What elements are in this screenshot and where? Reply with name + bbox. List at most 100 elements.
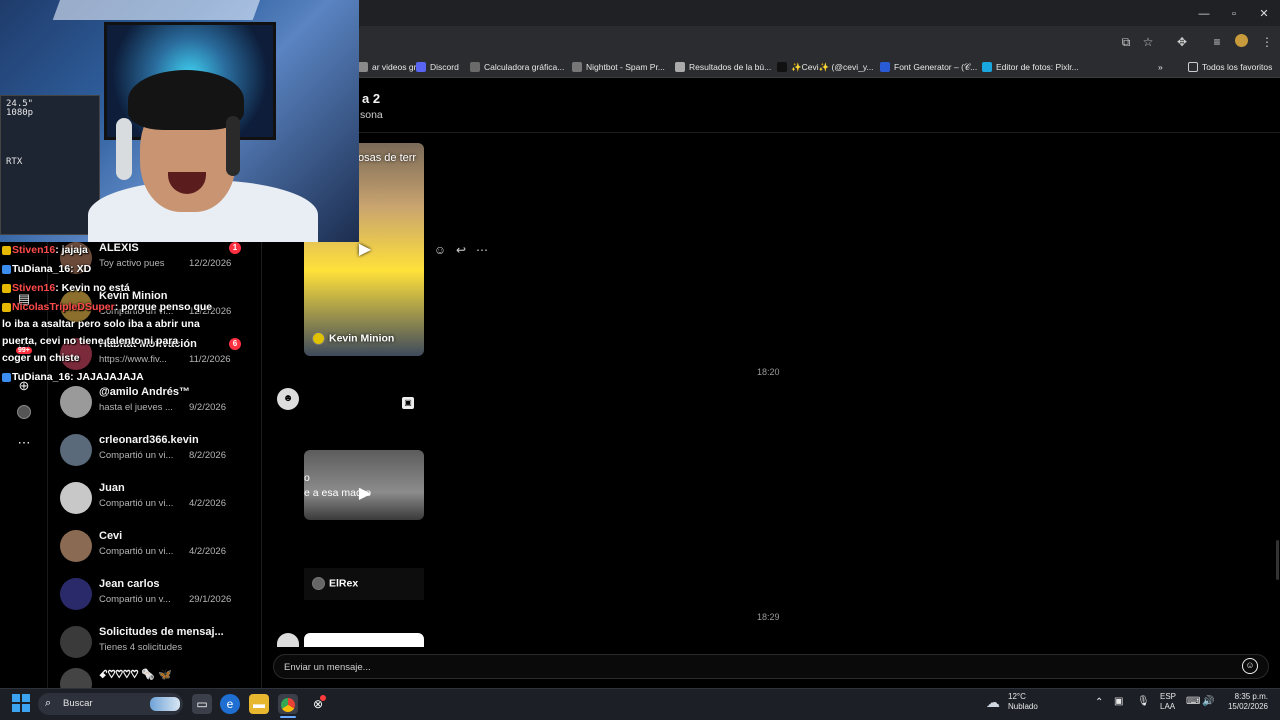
reel-author-2[interactable]: ElRex [312,577,358,590]
chat-avatar [60,434,92,466]
play-icon[interactable]: ▶ [356,240,374,260]
stream-chat-overlay: Stiven16: jajaja TuDiana_16: XD Stiven16: … [0,242,240,387]
image-icon[interactable]: ▣ [402,397,414,409]
monitor-readout: 24.5" 1080p RTX [6,100,33,167]
network-icon[interactable]: ⌨ [1186,696,1200,707]
bookmark-0[interactable]: ar videos gr... [358,58,423,76]
bookmark-6[interactable]: Font Generator – (𝒞... [880,58,977,76]
bookmark-7[interactable]: Editor de fotos: Pixlr... [982,58,1079,76]
chat-list-item[interactable]: Cevi Compartió un vi... 4/2/2026 [58,524,258,568]
install-app-icon[interactable]: ⧉ [1117,34,1135,50]
chat-date: 8/2/2026 [189,450,226,461]
profile-avatar-icon[interactable] [1232,34,1250,50]
bookmark-2[interactable]: Calculadora gráfica... [470,58,564,76]
tray-app-icon[interactable]: ▣ [1114,696,1123,707]
play-icon[interactable]: ▶ [356,484,374,504]
author-avatar [312,332,325,345]
close-button[interactable]: ✕ [1254,6,1274,22]
chat-name: Cevi [99,530,123,542]
stream-chat-text: coger un chiste [2,352,80,364]
bookmark-star-icon[interactable]: ☆ [1139,34,1157,50]
file-explorer-icon[interactable]: ▬ [249,694,269,714]
maximize-button[interactable]: ▫ [1224,6,1244,22]
chat-list-item[interactable]: crleonard366.kevin Compartió un vi... 8/2/… [58,428,258,472]
stream-chat-line: TuDiana_16: JAJAJAJAJA [2,369,144,386]
language-line-1: ESP [1160,692,1177,701]
chat-preview: Compartió un vi... [99,450,174,461]
shared-card-partial[interactable] [304,633,424,647]
clock[interactable]: 8:35 p.m. 15/02/2026 [1226,692,1268,712]
chat-badge-icon [2,302,11,312]
logo-sign [52,0,268,20]
more-menu-icon[interactable]: ⋯ [14,433,34,453]
microphone-icon[interactable]: 🎙 [1137,696,1150,707]
task-view-icon[interactable]: ▭ [192,694,212,714]
more-options-icon[interactable]: ⋯ [474,242,490,258]
chat-date: 4/2/2026 [189,546,226,557]
react-emoji-icon[interactable]: ☺ [432,242,448,258]
bookmark-1[interactable]: Discord [416,58,459,76]
reply-icon[interactable]: ↩ [453,242,469,258]
weather-cloud-icon[interactable]: ☁ [986,694,1000,711]
chat-list-item[interactable]: ꗃ♡♡♡♡ 🗞️ 🦋 [58,662,258,688]
sender-avatar[interactable]: ☻ [277,388,299,410]
reel-author-name: ElRex [329,577,359,590]
emoji-picker-icon[interactable]: ☺ [1242,658,1258,674]
bookmark-3[interactable]: Nightbot - Spam Pr... [572,58,665,76]
active-app-indicator [280,716,296,718]
font-icon [880,62,890,72]
bookmark-4[interactable]: Resultados de la bú... [675,58,771,76]
taskbar-search-label: Buscar [63,698,93,709]
chat-list-item[interactable]: Jean carlos Compartió un v... 29/1/2026 [58,572,258,616]
conversation-header [262,79,1280,133]
chat-list-item[interactable]: Juan Compartió un vi... 4/2/2026 [58,476,258,520]
stream-chat-text: : XD [70,263,92,275]
pixlr-icon [982,62,992,72]
language-indicator[interactable]: ESP LAA [1160,692,1176,712]
media-controls-icon[interactable]: ≡ [1208,34,1226,50]
conversation-title[interactable]: a 2 [362,91,380,106]
windows-start-icon[interactable] [12,694,30,712]
chat-name: ꗃ♡♡♡♡ 🗞️ 🦋 [99,669,172,681]
stream-chat-user: TuDiana_16 [12,371,71,383]
chat-name: Juan [99,482,125,494]
reel-caption: osas de terr [358,152,417,164]
bookmark-label: Resultados de la bú... [689,62,772,72]
weather-widget[interactable]: 12°C Nublado [1008,692,1038,712]
stream-chat-line: Stiven16: Kevin no está [2,280,130,297]
stream-chat-text: : porque penso que [114,301,213,313]
edge-icon[interactable]: e [220,694,240,714]
bookmarks-overflow-button[interactable]: » [1158,58,1163,76]
chat-avatar [60,578,92,610]
bookmark-5[interactable]: ✨Cevi✨ (@cevi_y... [777,58,874,76]
stream-chat-user: Stiven16 [12,282,56,294]
reel-author[interactable]: Kevin Minion [312,332,394,345]
folder-icon [1188,62,1198,72]
chat-avatar [60,530,92,562]
tray-overflow-icon[interactable]: ⌃ [1095,697,1103,708]
all-bookmarks-button[interactable]: Todos los favoritos [1188,58,1272,76]
webcam-overlay: 24.5" 1080p RTX [0,0,359,242]
conversation-subtitle: sona [360,109,383,121]
sender-avatar[interactable] [277,633,299,647]
minimize-button[interactable]: — [1194,6,1214,22]
extensions-icon[interactable]: ✥ [1173,34,1191,50]
chat-preview: Compartió un vi... [99,546,174,557]
stream-chat-text: puerta, cevi no tiene talento ni para [2,335,179,347]
readout-gpu: RTX [6,157,23,167]
search-highlight-icon [150,697,180,711]
message-composer[interactable] [273,654,1269,679]
chat-name: crleonard366.kevin [99,434,199,446]
chat-badge-icon [2,372,11,382]
browser-menu-icon[interactable]: ⋮ [1258,34,1276,50]
profile-icon[interactable] [14,405,34,425]
bookmark-label: Calculadora gráfica... [484,62,565,72]
chrome-icon[interactable] [278,694,298,714]
stream-chat-text: lo iba a asaltar pero solo iba a abrir u… [2,318,200,330]
scrollbar[interactable] [1276,540,1279,580]
bookmark-label: Editor de fotos: Pixlr... [996,62,1079,72]
chat-list-item[interactable]: Solicitudes de mensaj... Tienes 4 solicit… [58,620,258,664]
message-input[interactable] [284,659,1184,675]
volume-icon[interactable]: 🔊 [1202,696,1214,707]
author-avatar [312,577,325,590]
